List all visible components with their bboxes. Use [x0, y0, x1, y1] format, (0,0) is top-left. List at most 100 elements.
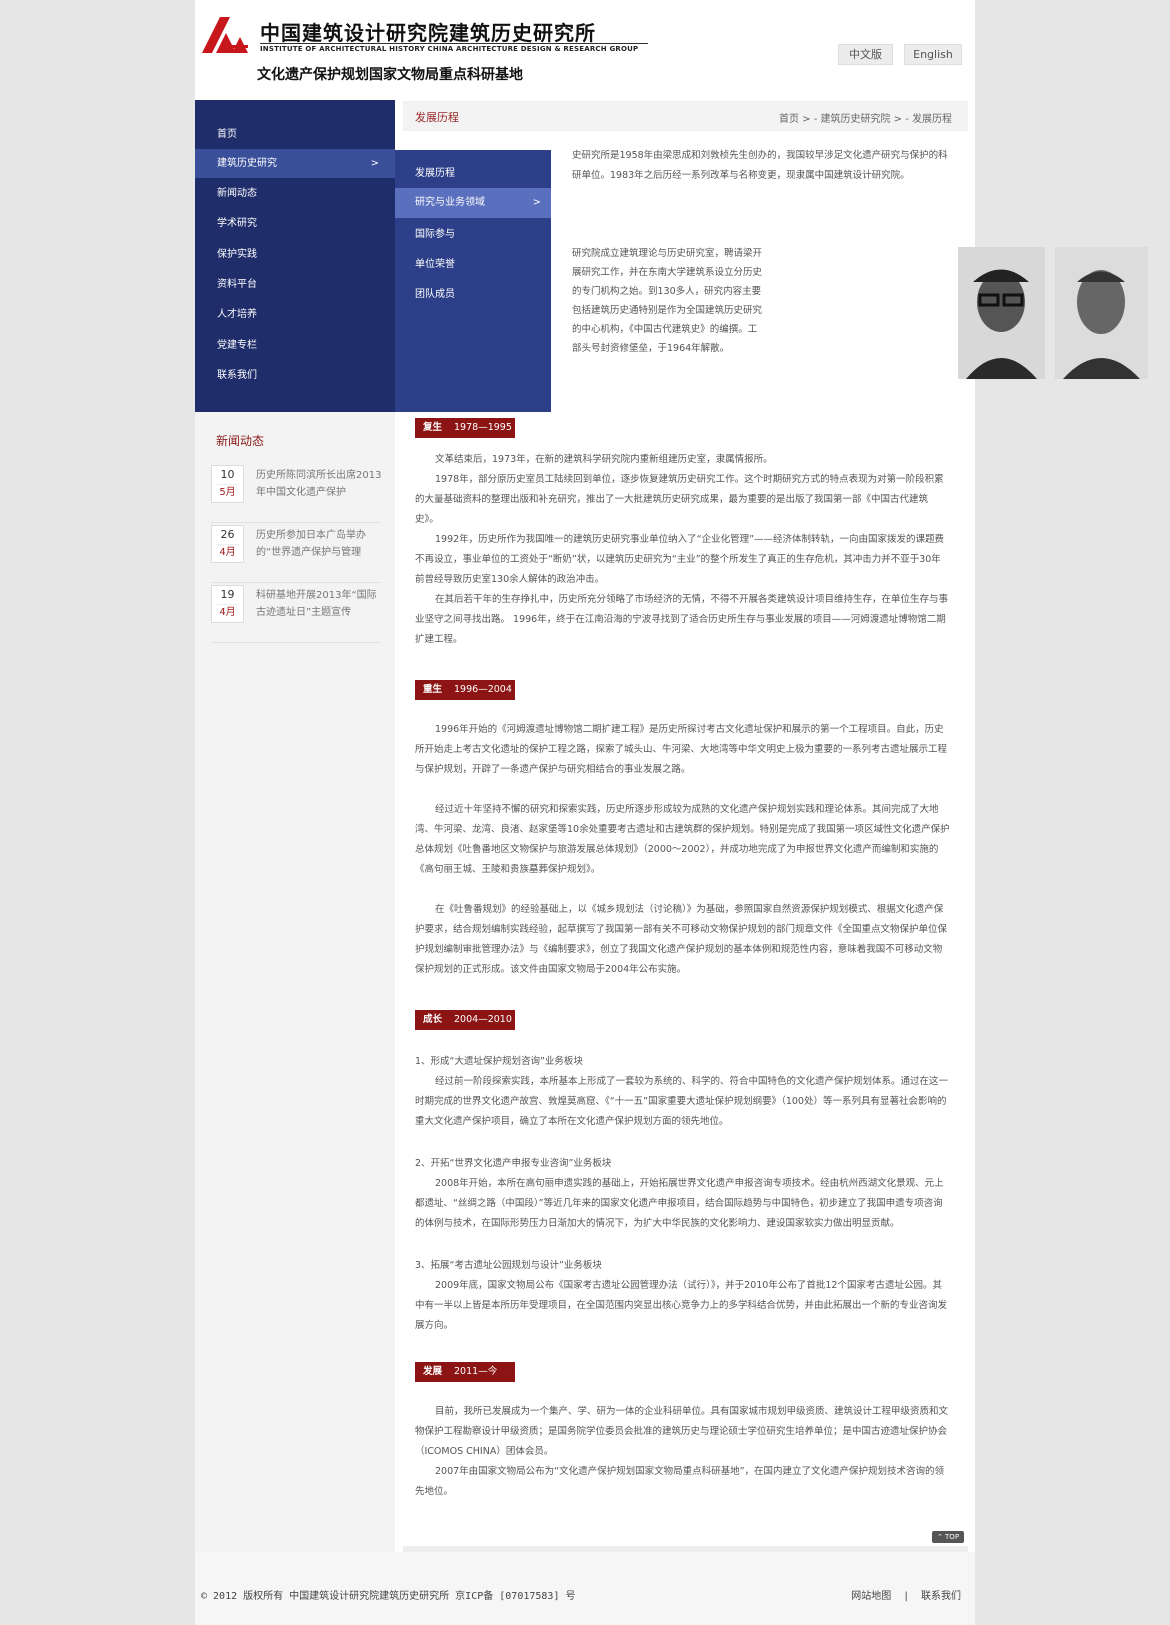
era-badge: 重生 1996—2004 [415, 680, 515, 700]
news-headline[interactable]: 历史所陈同滨所长出席2013年中国文化遗产保护 [256, 467, 382, 501]
news-item[interactable]: 26 4月 历史所参加日本广岛举办的“世界遗产保护与管理 [211, 525, 381, 583]
sub-item-label: 团队成员 [415, 289, 455, 300]
intro-paragraph-2: 研究院成立建筑理论与历史研究室，聘请梁开展研究工作，并在东南大学建筑系设立分历史… [572, 248, 763, 354]
sub-item-label: 国际参与 [415, 229, 455, 240]
paragraph: 目前，我所已发展成为一个集产、学、研为一体的企业科研单位。具有国家城市规划甲级资… [415, 1406, 949, 1457]
sub-item-research-fields[interactable]: 研究与业务领域 > [395, 188, 551, 218]
paragraph: 1992年，历史所作为我国唯一的建筑历史研究事业单位纳入了“企业化管理”——经济… [415, 534, 945, 585]
news-item[interactable]: 19 4月 科研基地开展2013年“国际古迹遗址日”主题宣传 [211, 585, 381, 643]
sub-item-label: 研究与业务领域 [415, 197, 485, 208]
paragraph: 在其后若干年的生存挣扎中，历史所充分领略了市场经济的无情，不得不开展各类建筑设计… [415, 594, 949, 645]
nav-item-party[interactable]: 党建专栏 [195, 331, 395, 360]
sub-item-honors[interactable]: 单位荣誉 [395, 250, 551, 280]
paragraph: 2009年底，国家文物局公布《国家考古遗址公园管理办法（试行）》，并于2010年… [415, 1280, 948, 1331]
date-badge: 10 5月 [211, 465, 244, 503]
date-month: 5月 [216, 484, 239, 501]
lang-chinese-button[interactable]: 中文版 [838, 44, 893, 65]
breadcrumb-bar: 发展历程 首页 > - 建筑历史研究院 > - 发展历程 [403, 101, 968, 131]
paragraph: 在《吐鲁番规划》的经验基础上，以《城乡规划法（讨论稿）》为基础，参照国家自然资源… [415, 904, 948, 975]
era-years: 2004—2010 [454, 1014, 512, 1025]
contact-link[interactable]: 联系我们 [921, 1591, 961, 1602]
footer: © 2012 版权所有 中国建筑设计研究院建筑历史研究所 京ICP备 [0701… [195, 1552, 975, 1625]
era-badge: 复生 1978—1995 [415, 418, 515, 438]
sub-item-team[interactable]: 团队成员 [395, 280, 551, 310]
header-subtitle: 文化遗产保护规划国家文物局重点科研基地 [257, 67, 523, 83]
paragraph: 2008年开始，本所在高句丽申遗实践的基础上，开始拓展世界文化遗产申报咨询专项技… [415, 1178, 944, 1229]
nav-item-news[interactable]: 新闻动态 [195, 179, 395, 208]
sub-item-label: 单位荣誉 [415, 259, 455, 270]
chevron-right-icon: > [370, 158, 379, 169]
paragraph: 文革结束后，1973年，在新的建筑科学研究院内重新组建历史室，隶属情报所。 [435, 454, 773, 465]
portrait-photo-icon [958, 247, 1045, 379]
portrait-photo [1055, 247, 1148, 379]
paragraph: 经过前一阶段探索实践，本所基本上形成了一套较为系统的、科学的、符合中国特色的文化… [415, 1076, 949, 1127]
nav-item-architecture-history[interactable]: 建筑历史研究 > [195, 149, 395, 178]
date-day: 26 [220, 528, 235, 541]
date-month: 4月 [216, 544, 239, 561]
portrait-photo-icon [1055, 247, 1148, 379]
main-nav: 首页 建筑历史研究 > 新闻动态 学术研究 保护实践 资料平台 人才培养 党建专栏… [195, 100, 395, 412]
logo-mark-icon [202, 17, 248, 53]
nav-item-label: 联系我们 [217, 370, 257, 381]
footer-links: 网站地图 | 联系我们 [841, 1587, 961, 1602]
era-name: 成长 [423, 1014, 443, 1025]
section-heading: 2、开拓“世界文化遗产申报专业咨询”业务板块 [415, 1158, 612, 1169]
paragraph: 1978年，部分原历史室员工陆续回到单位，逐步恢复建筑历史研究工作。这个时期研究… [415, 474, 944, 525]
logo[interactable]: 中国建筑设计研究院建筑历史研究所 INSTITUTE OF ARCHITECTU… [202, 17, 648, 55]
paragraph: 1996年开始的《河姆渡遗址博物馆二期扩建工程》是历史所探讨考古文化遗址保护和展… [415, 724, 948, 775]
nav-item-label: 人才培养 [217, 309, 257, 320]
chevron-right-icon: > [532, 197, 541, 208]
logo-english-name: INSTITUTE OF ARCHITECTURAL HISTORY CHINA… [260, 45, 639, 53]
nav-item-label: 新闻动态 [217, 188, 257, 199]
logo-rule [260, 43, 648, 44]
portrait-photo [958, 247, 1045, 379]
news-section-title: 新闻动态 [216, 434, 265, 448]
section-heading: 3、拓展“考古遗址公园规划与设计”业务板块 [415, 1260, 602, 1271]
date-day: 19 [220, 588, 235, 601]
era-years: 1978—1995 [454, 422, 512, 433]
nav-item-label: 首页 [217, 129, 237, 140]
logo-chinese-name: 中国建筑设计研究院建筑历史研究所 [260, 21, 596, 45]
section-heading: 1、形成“大遗址保护规划咨询”业务板块 [415, 1056, 583, 1067]
sub-item-history[interactable]: 发展历程 [395, 159, 551, 189]
breadcrumb[interactable]: 首页 > - 建筑历史研究院 > - 发展历程 [779, 110, 952, 125]
news-headline[interactable]: 科研基地开展2013年“国际古迹遗址日”主题宣传 [256, 587, 382, 621]
era-years: 2011—今 [454, 1366, 498, 1377]
sub-nav-dropdown: 发展历程 研究与业务领域 > 国际参与 单位荣誉 团队成员 [395, 150, 551, 412]
era-badge: 发展 2011—今 [415, 1362, 515, 1382]
intro-paragraph: 史研究所是1958年由梁思成和刘敦桢先生创办的，我国较早涉足文化遗产研究与保护的… [572, 150, 948, 181]
date-badge: 26 4月 [211, 525, 244, 563]
sub-item-label: 发展历程 [415, 168, 455, 179]
nav-item-practice[interactable]: 保护实践 [195, 240, 395, 269]
nav-item-label: 建筑历史研究 [217, 158, 277, 169]
paragraph: 经过近十年坚持不懈的研究和探索实践，历史所逐步形成较为成熟的文化遗产保护规划实践… [415, 804, 950, 875]
nav-item-home[interactable]: 首页 [195, 120, 395, 149]
nav-item-label: 保护实践 [217, 249, 257, 260]
nav-item-contact[interactable]: 联系我们 [195, 361, 395, 390]
era-years: 1996—2004 [454, 684, 512, 695]
page-title: 发展历程 [415, 111, 459, 124]
paragraph: 2007年由国家文物局公布为“文化遗产保护规划国家文物局重点科研基地”，在国内建… [415, 1466, 945, 1497]
page: 中国建筑设计研究院建筑历史研究所 INSTITUTE OF ARCHITECTU… [195, 0, 1148, 1625]
lang-english-button[interactable]: English [904, 44, 962, 65]
nav-item-label: 学术研究 [217, 218, 257, 229]
back-to-top-button[interactable]: ⌃ TOP [932, 1531, 964, 1543]
nav-item-academic[interactable]: 学术研究 [195, 209, 395, 238]
nav-item-label: 党建专栏 [217, 340, 257, 351]
copyright: © 2012 版权所有 中国建筑设计研究院建筑历史研究所 京ICP备 [0701… [201, 1591, 576, 1602]
era-name: 发展 [423, 1366, 443, 1377]
footer-separator: | [904, 1591, 908, 1602]
date-badge: 19 4月 [211, 585, 244, 623]
sub-item-international[interactable]: 国际参与 [395, 220, 551, 250]
sitemap-link[interactable]: 网站地图 [851, 1591, 891, 1602]
news-item[interactable]: 10 5月 历史所陈同滨所长出席2013年中国文化遗产保护 [211, 465, 381, 523]
nav-item-resources[interactable]: 资料平台 [195, 270, 395, 299]
era-name: 重生 [423, 684, 443, 695]
nav-item-training[interactable]: 人才培养 [195, 300, 395, 329]
nav-item-label: 资料平台 [217, 279, 257, 290]
era-badge: 成长 2004—2010 [415, 1010, 515, 1030]
era-name: 复生 [423, 422, 443, 433]
date-month: 4月 [216, 604, 239, 621]
news-headline[interactable]: 历史所参加日本广岛举办的“世界遗产保护与管理 [256, 527, 382, 561]
date-day: 10 [220, 468, 235, 481]
